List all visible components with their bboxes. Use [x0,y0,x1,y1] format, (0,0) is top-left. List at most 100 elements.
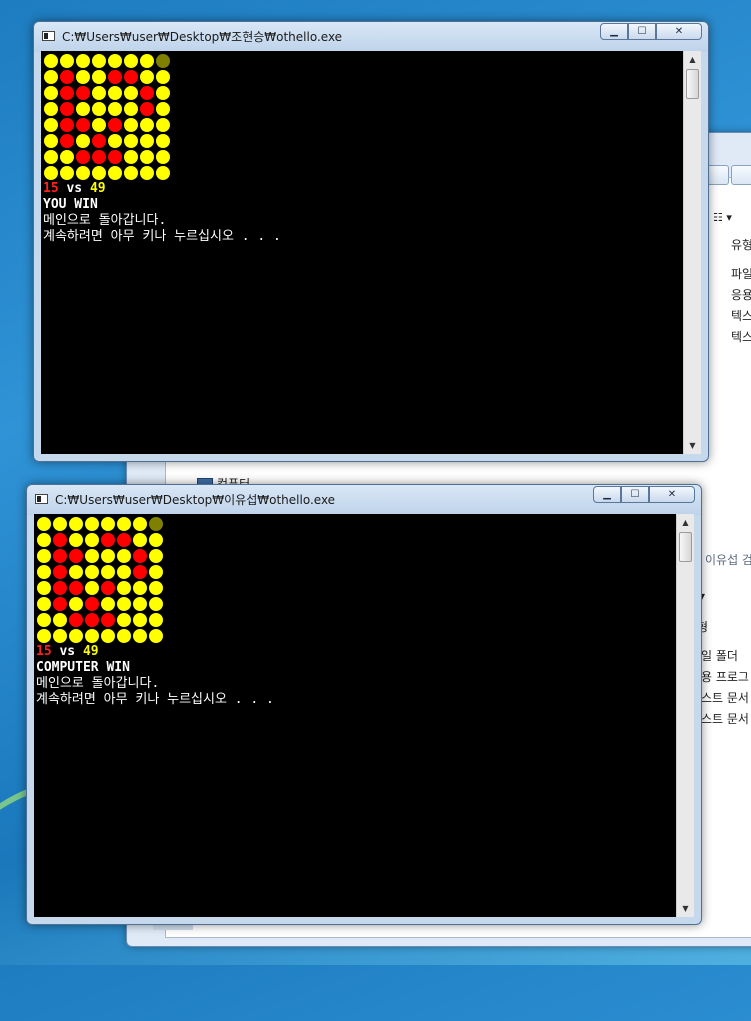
yellow-disc [76,102,90,116]
yellow-disc [76,54,90,68]
yellow-disc [69,629,83,643]
red-disc [85,613,99,627]
yellow-disc [69,517,83,531]
file-row-type[interactable]: 스트 문서 [701,689,749,706]
yellow-disc [44,118,58,132]
red-disc [117,533,131,547]
column-header-type[interactable]: 유형 [731,236,751,253]
yellow-disc [85,549,99,563]
yellow-disc [37,517,51,531]
file-row-type[interactable]: 응용 [731,286,751,303]
scroll-thumb[interactable] [679,532,692,562]
maximize-button[interactable]: ☐ [628,23,656,40]
file-row-type[interactable]: 텍스 [731,307,751,324]
yellow-disc [124,134,138,148]
yellow-disc [117,629,131,643]
minimize-button[interactable]: ▁ [600,23,628,40]
yellow-disc [133,533,147,547]
red-disc [92,150,106,164]
red-disc [53,533,67,547]
console-window[interactable]: C:₩Users₩user₩Desktop₩조현승₩othello.exe ▁ … [33,21,709,462]
yellow-disc [117,581,131,595]
press-key-line: 계속하려면 아무 키나 누르십시오 . . . [36,692,274,707]
yellow-disc [140,54,154,68]
view-options-icon[interactable]: ☷ ▾ [713,211,732,224]
yellow-disc [37,581,51,595]
score-vs: vs [66,181,83,196]
yellow-disc [37,549,51,563]
yellow-disc [44,134,58,148]
yellow-disc [140,118,154,132]
yellow-disc [133,613,147,627]
maximize-button[interactable]: ☐ [621,486,649,503]
yellow-disc [44,150,58,164]
score-yellow: 49 [89,181,106,196]
console-window[interactable]: C:₩Users₩user₩Desktop₩이유섭₩othello.exe ▁ … [26,484,702,925]
scroll-down-icon[interactable]: ▼ [684,437,701,454]
yellow-disc [156,166,170,180]
yellow-disc [156,102,170,116]
yellow-disc [124,118,138,132]
scroll-up-icon[interactable]: ▲ [677,514,694,531]
yellow-disc [44,54,58,68]
file-row-type[interactable]: 스트 문서 [701,710,749,727]
file-row-type[interactable]: 용 프로그 [701,668,749,685]
score-red: 15 [36,644,52,659]
close-button[interactable]: ✕ [649,486,695,503]
vertical-scrollbar[interactable]: ▲ ▼ [676,514,694,917]
toolbar-button[interactable] [731,165,751,185]
console-output[interactable]: 15 vs 49 COMPUTER WIN 메인으로 돌아갑니다. 계속하려면 … [34,514,694,917]
yellow-disc [117,565,131,579]
yellow-disc [156,70,170,84]
yellow-disc [37,613,51,627]
press-key-line: 계속하려면 아무 키나 누르십시오 . . . [43,229,281,244]
yellow-disc [124,102,138,116]
scroll-up-icon[interactable]: ▲ [684,51,701,68]
yellow-disc [101,565,115,579]
yellow-disc [140,70,154,84]
yellow-disc [44,166,58,180]
yellow-disc [124,86,138,100]
red-disc [140,102,154,116]
red-disc [76,150,90,164]
score-yellow: 49 [82,644,99,659]
close-button[interactable]: ✕ [656,23,702,40]
yellow-disc [53,613,67,627]
yellow-disc [133,597,147,611]
yellow-disc [92,118,106,132]
yellow-disc [156,134,170,148]
minimize-button[interactable]: ▁ [593,486,621,503]
yellow-disc [60,150,74,164]
yellow-disc [140,150,154,164]
file-row-type[interactable]: 텍스 [731,328,751,345]
score-line: 15 vs 49 [36,644,674,660]
red-disc [69,549,83,563]
yellow-disc [44,102,58,116]
yellow-disc [69,565,83,579]
scroll-thumb[interactable] [686,69,699,99]
yellow-disc [149,565,163,579]
red-disc [60,70,74,84]
red-disc [140,86,154,100]
yellow-disc [92,54,106,68]
yellow-disc [133,581,147,595]
file-row-type[interactable]: 파일 [731,265,751,282]
yellow-disc [108,54,122,68]
file-row-type[interactable]: 일 폴더 [701,647,738,664]
vertical-scrollbar[interactable]: ▲ ▼ [683,51,701,454]
score-red: 15 [43,181,59,196]
scroll-down-icon[interactable]: ▼ [677,900,694,917]
yellow-disc [37,533,51,547]
yellow-disc [76,70,90,84]
console-output[interactable]: 15 vs 49 YOU WIN 메인으로 돌아갑니다. 계속하려면 아무 키나… [41,51,701,454]
red-disc [101,581,115,595]
title-bar[interactable]: C:₩Users₩user₩Desktop₩조현승₩othello.exe ▁ … [34,22,708,50]
yellow-disc [60,54,74,68]
window-title: C:₩Users₩user₩Desktop₩조현승₩othello.exe [62,30,343,44]
red-disc [101,613,115,627]
red-disc [101,533,115,547]
yellow-disc [85,533,99,547]
title-bar[interactable]: C:₩Users₩user₩Desktop₩이유섭₩othello.exe ▁ … [27,485,701,513]
search-field[interactable]: 이유섭 검 [705,551,751,568]
yellow-disc [60,166,74,180]
